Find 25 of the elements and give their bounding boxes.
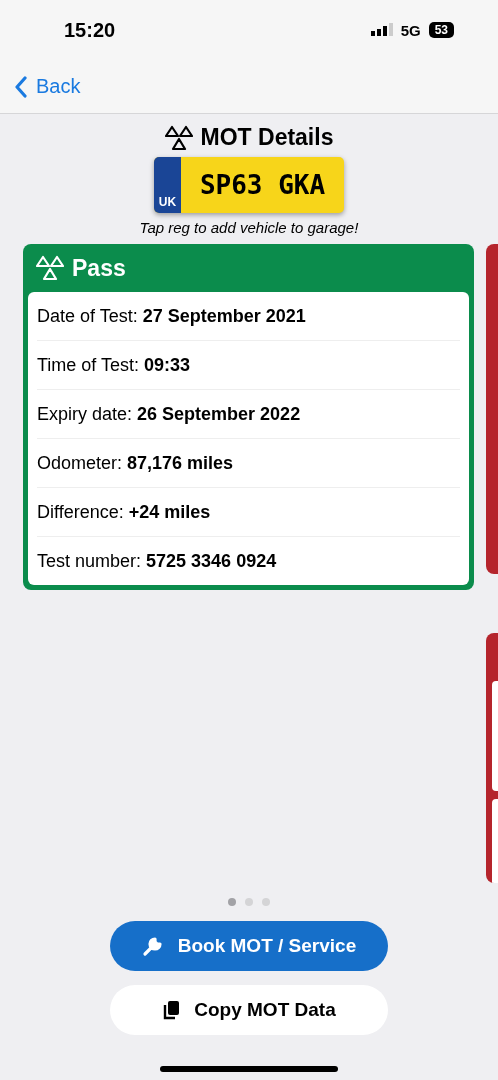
page-dot[interactable]: [262, 898, 270, 906]
triangles-icon: [36, 255, 64, 281]
battery-indicator: 53: [428, 22, 454, 38]
chevron-left-icon: [14, 75, 28, 98]
network-label: 5G: [400, 21, 421, 39]
detail-text: Time of Test: 09:33: [37, 354, 191, 376]
triangles-icon: [164, 124, 193, 151]
copy-icon: [162, 1000, 181, 1020]
detail-text: Date of Test: 27 September 2021: [37, 305, 306, 327]
book-button[interactable]: Book MOT / Service: [110, 921, 388, 971]
number-plate[interactable]: UK SP63 GKA: [154, 157, 344, 213]
wrench-icon: [141, 935, 164, 957]
copy-button[interactable]: Copy MOT Data: [110, 985, 388, 1035]
result-title: Pass: [72, 254, 126, 282]
page-dot[interactable]: [228, 898, 236, 906]
signal-icon: [370, 23, 393, 37]
detail-text: Expiry date: 26 September 2022: [37, 403, 301, 425]
detail-text: Test number: 5725 3346 0924: [37, 550, 277, 572]
page-title: MOT Details: [200, 124, 334, 151]
detail-text: Odometer: 87,176 miles: [37, 452, 234, 474]
detail-text: Difference: +24 miles: [37, 501, 211, 523]
status-time: 15:20: [64, 18, 116, 42]
hint-text: Tap reg to add vehicle to garage!: [139, 219, 359, 236]
back-link[interactable]: Back: [14, 75, 81, 98]
page-dot[interactable]: [245, 898, 253, 906]
